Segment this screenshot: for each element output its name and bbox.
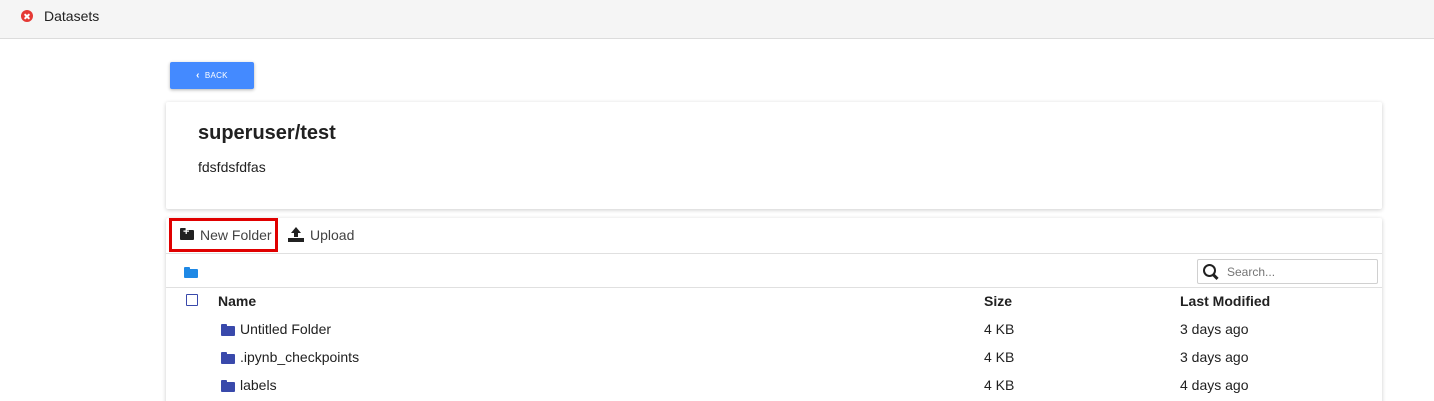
upload-button[interactable]: Upload	[288, 218, 354, 251]
folder-icon	[221, 352, 235, 364]
size-column-header[interactable]: Size	[984, 293, 1012, 309]
modified-column-header[interactable]: Last Modified	[1180, 293, 1270, 309]
close-circle-icon[interactable]	[21, 10, 33, 22]
file-name[interactable]: Untitled Folder	[240, 321, 331, 337]
file-modified: 3 days ago	[1180, 349, 1249, 365]
file-name[interactable]: labels	[240, 377, 277, 393]
new-folder-button[interactable]: New Folder	[169, 218, 278, 252]
file-name[interactable]: .ipynb_checkpoints	[240, 349, 359, 365]
table-row[interactable]: .ipynb_checkpoints 4 KB 3 days ago	[166, 344, 1382, 372]
upload-icon	[288, 226, 304, 242]
new-folder-label: New Folder	[200, 227, 272, 243]
folder-plus-icon	[180, 226, 194, 240]
file-modified: 4 days ago	[1180, 377, 1249, 393]
search-icon	[1203, 263, 1219, 280]
path-bar	[166, 255, 1382, 288]
file-toolbar: New Folder Upload	[166, 218, 1382, 254]
folder-icon[interactable]	[184, 267, 198, 278]
select-all-checkbox[interactable]	[186, 294, 198, 306]
dataset-header-card: superuser/test fdsfdsfdfas	[166, 102, 1382, 209]
dataset-description: fdsfdsfdfas	[198, 159, 266, 175]
back-button-label: BACK	[204, 71, 228, 80]
dataset-title: superuser/test	[198, 122, 336, 144]
folder-icon	[221, 324, 235, 336]
name-column-header[interactable]: Name	[218, 293, 256, 309]
upload-label: Upload	[310, 226, 355, 243]
back-button[interactable]: ‹ BACK	[170, 62, 254, 89]
file-modified: 3 days ago	[1180, 321, 1249, 337]
search-input[interactable]	[1227, 264, 1367, 279]
file-table: Name Size Last Modified Untitled Folder …	[166, 290, 1382, 400]
file-size: 4 KB	[984, 321, 1015, 337]
chevron-left-icon: ‹	[196, 69, 200, 81]
search-box[interactable]	[1197, 259, 1378, 284]
page-title: Datasets	[44, 8, 100, 24]
table-header-row: Name Size Last Modified	[166, 290, 1382, 316]
table-row[interactable]: labels 4 KB 4 days ago	[166, 372, 1382, 400]
table-row[interactable]: Untitled Folder 4 KB 3 days ago	[166, 316, 1382, 344]
top-bar: Datasets	[0, 0, 1434, 39]
file-browser-card: New Folder Upload Name Size Last Modifie…	[166, 218, 1382, 401]
file-size: 4 KB	[984, 349, 1015, 365]
folder-icon	[221, 380, 235, 392]
file-size: 4 KB	[984, 377, 1015, 393]
